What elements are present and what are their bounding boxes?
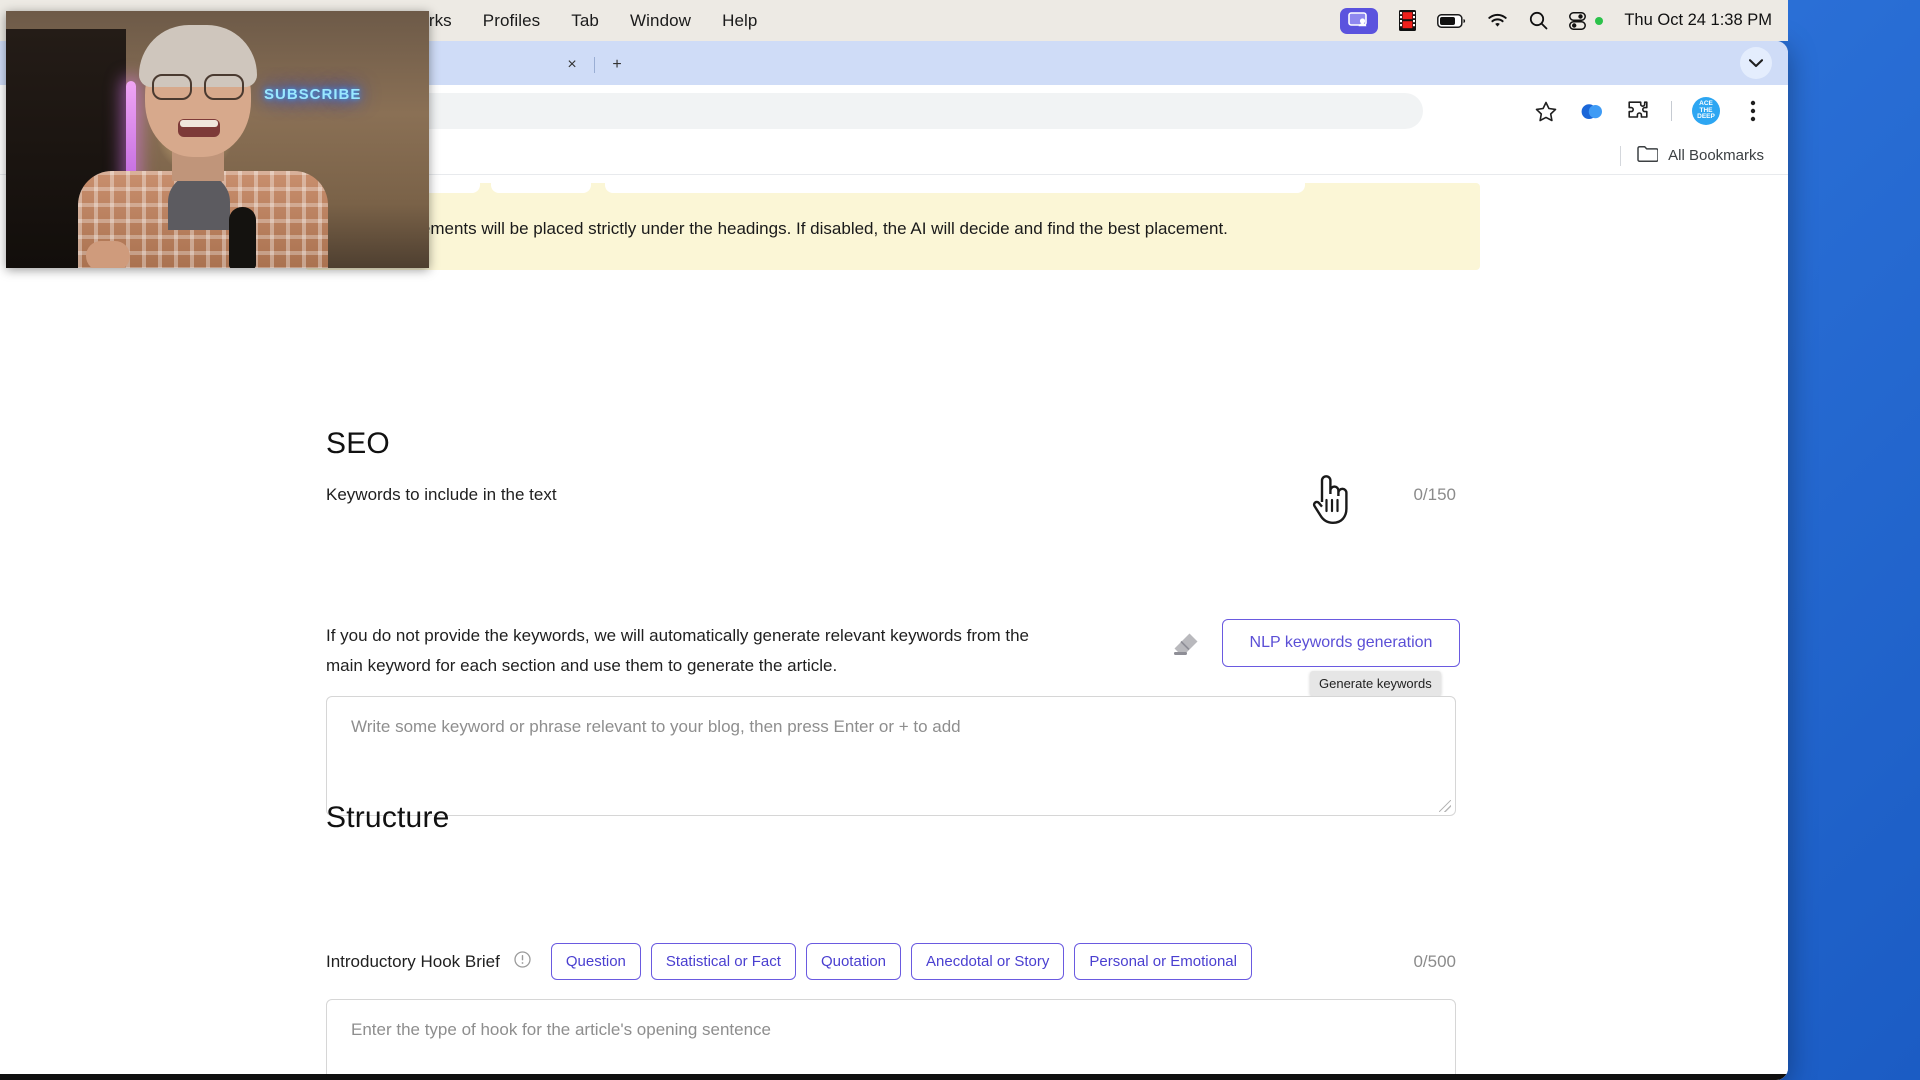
webcam-undershirt <box>168 174 230 230</box>
hook-row: Introductory Hook Brief Question Statist… <box>326 943 1456 980</box>
hook-chip-personal-or-emotional[interactable]: Personal or Emotional <box>1074 943 1252 980</box>
tab-separator <box>594 57 595 73</box>
helper-text-1: If you do not provide the keywords, we w… <box>326 626 1030 645</box>
tab-close-icon[interactable]: × <box>559 52 585 78</box>
notice-notch-b <box>491 181 591 193</box>
battery-icon[interactable] <box>1437 13 1466 28</box>
subscribe-neon-sign: SUBSCRIBE <box>264 86 362 103</box>
wifi-icon[interactable] <box>1487 13 1508 29</box>
menu-bar-status-icons: Thu Oct 24 1:38 PM <box>1340 7 1788 34</box>
helper-text-2: main keyword for each section and use th… <box>326 656 838 675</box>
webcam-eyeglasses <box>152 74 244 100</box>
hook-counter: 0/500 <box>1413 951 1456 971</box>
textarea-resize-handle[interactable] <box>1439 800 1451 812</box>
media-placement-notice: All media elements will be placed strict… <box>305 181 1480 270</box>
hook-placeholder: Enter the type of hook for the article's… <box>351 1020 772 1039</box>
hook-chip-quotation[interactable]: Quotation <box>805 943 901 980</box>
web-page-content: All media elements will be placed strict… <box>0 175 1788 1080</box>
menu-item-tab[interactable]: Tab <box>571 11 599 31</box>
toolbar-actions: ACE THE DEEP <box>1533 97 1788 125</box>
webcam-microphone <box>229 207 256 268</box>
page-title-structure: Structure <box>326 801 450 834</box>
window-bottom-edge <box>0 1074 1788 1080</box>
presenter-webcam-overlay: SUBSCRIBE <box>6 11 429 268</box>
keywords-label-row: Keywords to include in the text 0/150 <box>326 485 1456 505</box>
menu-bar-items: marks Profiles Tab Window Help <box>405 11 757 31</box>
keywords-placeholder: Write some keyword or phrase relevant to… <box>351 717 961 736</box>
chevron-down-icon[interactable] <box>1740 47 1772 79</box>
keywords-label: Keywords to include in the text <box>326 485 557 504</box>
eraser-icon[interactable] <box>1172 631 1200 662</box>
profile-avatar-icon[interactable]: ACE THE DEEP <box>1692 97 1720 125</box>
bookmarks-separator <box>1620 145 1622 166</box>
menu-bar-clock[interactable]: Thu Oct 24 1:38 PM <box>1624 11 1772 30</box>
film-strip-icon[interactable] <box>1399 10 1417 31</box>
page-title-seo: SEO <box>326 427 390 460</box>
menu-item-profiles[interactable]: Profiles <box>483 11 541 31</box>
notice-text: All media elements will be placed strict… <box>333 219 1228 238</box>
bookmark-star-icon[interactable] <box>1533 98 1559 124</box>
spotlight-search-icon[interactable] <box>1529 11 1548 30</box>
avatar-label: ACE THE DEEP <box>1697 99 1715 121</box>
hook-chip-anecdotal-or-story[interactable]: Anecdotal or Story <box>911 943 1065 980</box>
menu-item-window[interactable]: Window <box>630 11 691 31</box>
info-circle-icon[interactable] <box>514 950 531 973</box>
folder-icon <box>1637 145 1659 167</box>
hook-input[interactable]: Enter the type of hook for the article's… <box>326 999 1456 1080</box>
nlp-keywords-generation-button[interactable]: NLP keywords generation <box>1222 619 1460 667</box>
keywords-helper-line-1: If you do not provide the keywords, we w… <box>326 623 1029 649</box>
keywords-helper-line-2: main keyword for each section and use th… <box>326 653 837 679</box>
webcam-teeth <box>180 120 218 127</box>
hook-chip-group: Question Statistical or Fact Quotation A… <box>550 943 1252 980</box>
recording-status-dot <box>1595 16 1604 25</box>
hook-chip-question[interactable]: Question <box>550 943 641 980</box>
keywords-counter: 0/150 <box>1413 485 1456 504</box>
address-bar[interactable] <box>300 93 1423 129</box>
webcam-hand <box>86 241 130 268</box>
chrome-menu-icon[interactable] <box>1740 98 1766 124</box>
extensions-puzzle-icon[interactable] <box>1625 98 1651 124</box>
screen-share-icon[interactable] <box>1340 7 1379 34</box>
generate-keywords-tooltip: Generate keywords <box>1310 671 1441 696</box>
menu-item-help[interactable]: Help <box>722 11 757 31</box>
notice-notch-c <box>605 181 1305 193</box>
extension-circles-icon[interactable] <box>1579 98 1605 124</box>
new-tab-button[interactable]: + <box>604 52 630 78</box>
all-bookmarks-label[interactable]: All Bookmarks <box>1668 147 1764 164</box>
control-center-icon[interactable] <box>1569 11 1587 30</box>
keywords-input[interactable]: Write some keyword or phrase relevant to… <box>326 696 1456 816</box>
toolbar-separator <box>1671 101 1672 121</box>
hook-label: Introductory Hook Brief <box>326 951 500 971</box>
hook-chip-statistical-or-fact[interactable]: Statistical or Fact <box>650 943 796 980</box>
